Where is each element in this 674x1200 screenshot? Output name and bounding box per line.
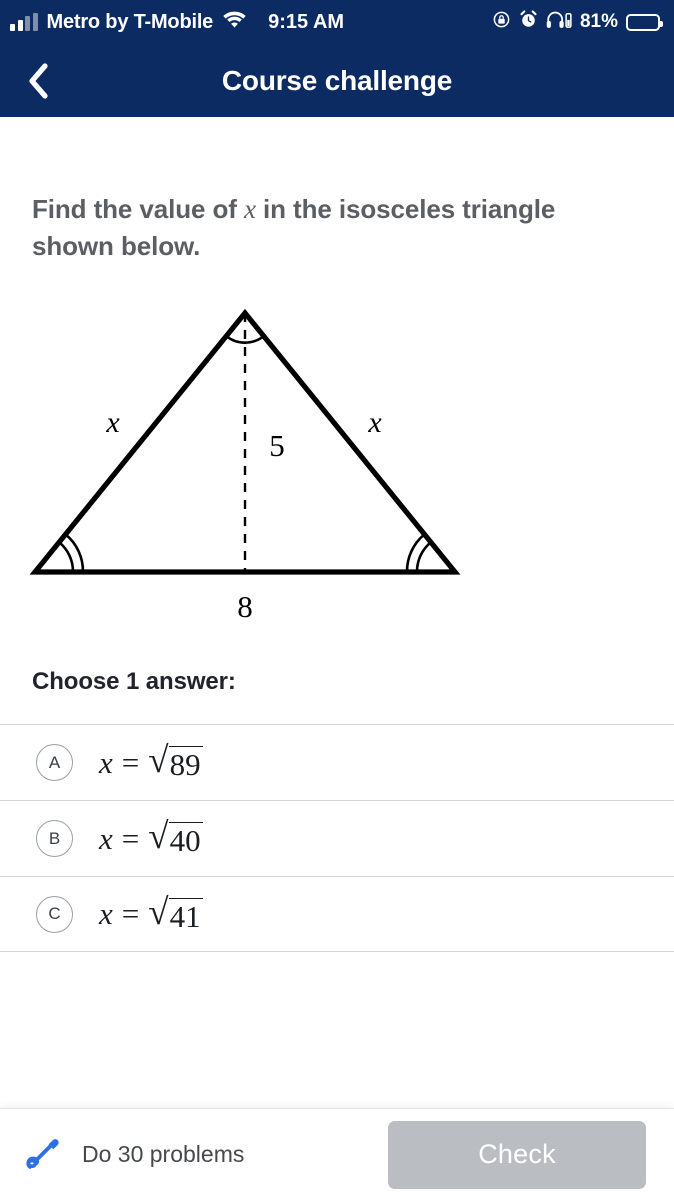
choice-math-b: x = √ 40 xyxy=(99,816,203,859)
left-angle-arc-inner xyxy=(58,541,75,573)
status-bar-right: 81% xyxy=(492,10,663,34)
right-side-label: x xyxy=(367,406,382,439)
choice-variable-b: x xyxy=(99,820,113,856)
radicand-a: 89 xyxy=(168,746,203,783)
choice-bubble-a[interactable]: A xyxy=(36,744,73,782)
choice-math-c: x = √ 41 xyxy=(99,891,203,934)
answer-choice-c[interactable]: C x = √ 41 xyxy=(0,876,674,953)
choice-equals-c: = xyxy=(121,896,140,932)
carrier-label: Metro by T-Mobile xyxy=(46,10,214,33)
base-label: 8 xyxy=(237,589,253,624)
radical-c: √ 41 xyxy=(148,891,203,934)
answer-choice-a[interactable]: A x = √ 89 xyxy=(0,724,674,800)
radical-sign-c: √ xyxy=(148,891,169,933)
isosceles-triangle-figure: x x 5 8 xyxy=(29,309,461,624)
radical-sign-b: √ xyxy=(148,816,169,858)
alarm-clock-icon xyxy=(519,10,538,34)
left-side-label: x xyxy=(105,406,120,439)
answer-choices-list: A x = √ 89 B x = √ 40 C x = √ 41 xyxy=(0,724,674,953)
footer-bar: Do 30 problems Check xyxy=(0,1108,674,1200)
answer-choice-b[interactable]: B x = √ 40 xyxy=(0,800,674,876)
wifi-icon xyxy=(222,10,247,34)
check-button[interactable]: Check xyxy=(388,1120,646,1189)
radicand-b: 40 xyxy=(168,822,203,859)
radicand-c: 41 xyxy=(168,897,203,934)
choice-equals-a: = xyxy=(121,744,140,780)
right-angle-arc-inner xyxy=(415,541,432,573)
battery-percent-label: 81% xyxy=(579,11,618,32)
status-bar-left: Metro by T-Mobile 9:15 AM xyxy=(10,10,344,34)
choice-variable-a: x xyxy=(99,744,113,780)
choice-bubble-c[interactable]: C xyxy=(36,895,73,933)
radical-b: √ 40 xyxy=(148,816,203,859)
altitude-label: 5 xyxy=(269,428,285,463)
question-content: Find the value of x in the isosceles tri… xyxy=(0,190,674,953)
question-text: Find the value of x in the isosceles tri… xyxy=(32,190,638,265)
back-button[interactable] xyxy=(16,59,60,103)
practice-label: Do 30 problems xyxy=(82,1141,245,1167)
rotation-lock-icon xyxy=(492,10,511,34)
choice-bubble-b[interactable]: B xyxy=(36,820,73,858)
radical-a: √ 89 xyxy=(148,740,203,783)
practice-link[interactable]: Do 30 problems xyxy=(20,1133,244,1177)
page-title: Course challenge xyxy=(221,64,453,96)
clock-label: 9:15 AM xyxy=(268,10,345,33)
signal-bars-icon xyxy=(10,12,38,31)
headphones-icon xyxy=(546,10,572,34)
status-bar: Metro by T-Mobile 9:15 AM 81% xyxy=(0,0,674,44)
choice-math-a: x = √ 89 xyxy=(99,740,203,783)
question-part-1: Find the value of xyxy=(32,194,244,224)
battery-icon xyxy=(626,13,663,31)
choice-variable-c: x xyxy=(99,896,113,932)
choice-equals-b: = xyxy=(121,820,140,856)
pencil-scribble-icon xyxy=(26,1138,59,1169)
choose-answer-label: Choose 1 answer: xyxy=(32,668,236,696)
radical-sign-a: √ xyxy=(148,740,169,782)
question-variable: x xyxy=(244,194,256,224)
nav-bar: Course challenge xyxy=(0,44,674,117)
back-chevron-icon xyxy=(29,62,48,99)
